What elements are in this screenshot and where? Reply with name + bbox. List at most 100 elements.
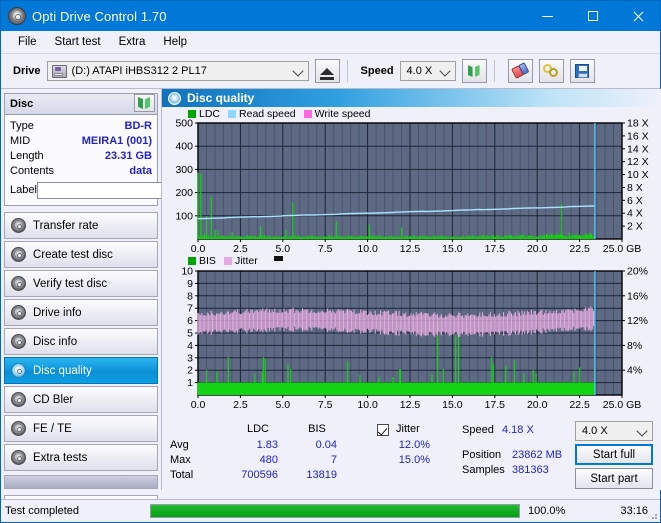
start-full-button[interactable]: Start full bbox=[575, 444, 653, 465]
svg-text:20.0: 20.0 bbox=[527, 399, 548, 411]
start-part-button[interactable]: Start part bbox=[575, 468, 653, 489]
speed-select[interactable]: 4.0 X bbox=[400, 61, 456, 81]
menu-extra[interactable]: Extra bbox=[110, 34, 155, 50]
svg-text:22.5: 22.5 bbox=[569, 243, 590, 255]
svg-text:10.0: 10.0 bbox=[357, 243, 378, 255]
toolbar-divider bbox=[347, 60, 348, 82]
save-button[interactable] bbox=[570, 59, 595, 83]
svg-text:400: 400 bbox=[175, 141, 193, 153]
sidebar-label: FE / TE bbox=[33, 423, 72, 435]
svg-text:0.0: 0.0 bbox=[191, 399, 206, 411]
eraser-icon bbox=[511, 62, 530, 80]
legend-item-jitter: Jitter bbox=[224, 255, 258, 267]
svg-text:2: 2 bbox=[187, 365, 193, 377]
svg-text:17.5: 17.5 bbox=[485, 243, 506, 255]
sidebar-item-create-test-disc[interactable]: Create test disc bbox=[4, 241, 158, 268]
disc-refresh-button[interactable] bbox=[134, 94, 155, 112]
progress-percent: 100.0% bbox=[522, 505, 586, 517]
svg-text:12%: 12% bbox=[627, 315, 648, 327]
sidebar-label: Disc quality bbox=[33, 365, 92, 377]
menu-file[interactable]: File bbox=[9, 34, 46, 50]
svg-text:7: 7 bbox=[187, 303, 193, 315]
results-col-bis: BIS bbox=[297, 423, 337, 435]
svg-text:25.0 GB: 25.0 GB bbox=[603, 243, 642, 255]
svg-text:8%: 8% bbox=[627, 340, 642, 352]
sidebar-item-verify-test-disc[interactable]: Verify test disc bbox=[4, 270, 158, 297]
close-button[interactable] bbox=[615, 1, 660, 31]
legend-item-write-speed: Write speed bbox=[304, 108, 371, 120]
disc-icon bbox=[11, 421, 26, 436]
svg-text:16%: 16% bbox=[627, 290, 648, 302]
results-avg-jitter: 12.0% bbox=[370, 439, 430, 451]
results-speed-select[interactable]: 4.0 X bbox=[575, 421, 653, 441]
minimize-button[interactable] bbox=[525, 1, 570, 31]
speed-result-value: 4.18 X bbox=[502, 424, 562, 436]
chain-icon bbox=[543, 64, 559, 78]
drive-icon bbox=[52, 65, 67, 78]
bis-chart-svg: 123456789104%8%12%16%20%0.02.55.07.510.0… bbox=[162, 255, 661, 411]
toolbar-divider-2 bbox=[494, 60, 495, 82]
refresh-icon bbox=[137, 96, 152, 110]
sidebar-item-fe-te[interactable]: FE / TE bbox=[4, 415, 158, 442]
speed-result-label: Speed bbox=[462, 424, 494, 436]
legend-label-read-speed: Read speed bbox=[239, 108, 296, 120]
resize-grip[interactable] bbox=[648, 510, 658, 520]
results-avg-bis: 0.04 bbox=[287, 439, 337, 451]
ldc-chart-legend: LDC Read speed Write speed bbox=[188, 108, 375, 120]
sidebar-item-extra-tests[interactable]: Extra tests bbox=[4, 444, 158, 471]
drive-select[interactable]: (D:) ATAPI iHBS312 2 PL17 bbox=[47, 61, 309, 81]
tools-button[interactable] bbox=[539, 59, 564, 83]
results-speed-select-value: 4.0 X bbox=[582, 425, 608, 437]
svg-text:6: 6 bbox=[187, 315, 193, 327]
sidebar-item-disc-quality[interactable]: Disc quality bbox=[4, 357, 158, 384]
sidebar-item-cd-bler[interactable]: CD Bler bbox=[4, 386, 158, 413]
sidebar-item-disc-info[interactable]: Disc info bbox=[4, 328, 158, 355]
svg-text:12.5: 12.5 bbox=[400, 243, 421, 255]
erase-button[interactable] bbox=[508, 59, 533, 83]
svg-text:5: 5 bbox=[187, 328, 193, 340]
status-bar: Test completed 100.0% 33:16 bbox=[1, 499, 660, 522]
svg-text:7.5: 7.5 bbox=[318, 399, 333, 411]
position-value: 23862 MB bbox=[512, 449, 582, 461]
svg-text:10: 10 bbox=[181, 266, 193, 278]
svg-text:0.0: 0.0 bbox=[191, 243, 206, 255]
disc-panel-body: Type BD-R MID MEIRA1 (001) Length 23.31 … bbox=[5, 115, 157, 205]
legend-swatch-ldc bbox=[188, 110, 196, 118]
progress-bar bbox=[150, 504, 520, 518]
disc-type-label: Type bbox=[10, 120, 34, 132]
svg-text:4%: 4% bbox=[627, 365, 642, 377]
jitter-checkbox[interactable] bbox=[377, 424, 389, 436]
menu-start-test[interactable]: Start test bbox=[46, 34, 110, 50]
svg-text:16 X: 16 X bbox=[627, 130, 649, 142]
legend-item-read-speed: Read speed bbox=[228, 108, 296, 120]
results-max-ldc: 480 bbox=[228, 454, 278, 466]
sidebar-label: Disc info bbox=[33, 336, 77, 348]
sidebar-item-transfer-rate[interactable]: Transfer rate bbox=[4, 212, 158, 239]
content-header: Disc quality bbox=[162, 89, 661, 107]
floppy-icon bbox=[575, 64, 589, 78]
eject-button[interactable] bbox=[315, 59, 340, 83]
window-controls bbox=[525, 1, 660, 31]
menu-help[interactable]: Help bbox=[154, 34, 196, 50]
svg-text:12 X: 12 X bbox=[627, 156, 649, 168]
results-panel: LDC BIS Jitter Avg 1.83 0.04 12.0% Max 4… bbox=[162, 421, 661, 490]
content-pane: Disc quality LDC Read speed Write speed bbox=[161, 89, 661, 490]
refresh-button[interactable] bbox=[462, 59, 487, 83]
svg-text:14 X: 14 X bbox=[627, 143, 649, 155]
samples-label: Samples bbox=[462, 464, 505, 476]
svg-text:1: 1 bbox=[187, 377, 193, 389]
sidebar-item-drive-info[interactable]: Drive info bbox=[4, 299, 158, 326]
svg-text:2.5: 2.5 bbox=[233, 243, 248, 255]
disc-label-label: Label bbox=[10, 184, 37, 196]
svg-text:20.0: 20.0 bbox=[527, 243, 548, 255]
svg-text:10 X: 10 X bbox=[627, 169, 649, 181]
disc-row-type: Type BD-R bbox=[10, 118, 152, 133]
svg-text:18 X: 18 X bbox=[627, 118, 649, 130]
maximize-button[interactable] bbox=[570, 1, 615, 31]
results-total-bis: 13819 bbox=[280, 469, 337, 481]
svg-text:15.0: 15.0 bbox=[442, 399, 463, 411]
svg-text:2 X: 2 X bbox=[627, 221, 643, 233]
bis-jitter-chart: BIS Jitter 123456789104%8%12%16%20%0.02.… bbox=[162, 255, 661, 411]
sidebar-spacer bbox=[4, 475, 158, 489]
disc-icon bbox=[11, 450, 26, 465]
